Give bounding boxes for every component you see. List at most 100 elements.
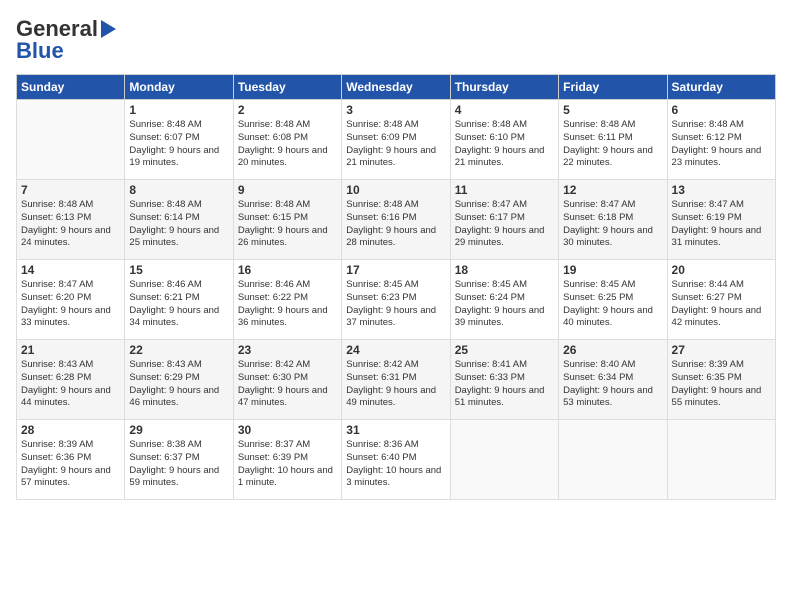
day-number: 16 <box>238 263 337 277</box>
logo-arrow-icon <box>101 20 116 38</box>
calendar-cell: 18 Sunrise: 8:45 AM Sunset: 6:24 PM Dayli… <box>450 260 558 340</box>
day-number: 21 <box>21 343 120 357</box>
calendar-cell: 15Sunrise: 8:46 AM Sunset: 6:21 PM Dayli… <box>125 260 233 340</box>
day-number: 2 <box>238 103 337 117</box>
week-row-1: 1Sunrise: 8:48 AM Sunset: 6:07 PM Daylig… <box>17 100 776 180</box>
calendar-cell: 6 Sunrise: 8:48 AM Sunset: 6:12 PM Daylig… <box>667 100 775 180</box>
calendar-container: General Blue SundayMondayTuesdayWednesda… <box>0 0 792 508</box>
calendar-cell: 13 Sunrise: 8:47 AM Sunset: 6:19 PM Dayli… <box>667 180 775 260</box>
day-number: 18 <box>455 263 554 277</box>
day-number: 29 <box>129 423 228 437</box>
day-info: Sunrise: 8:43 AM Sunset: 6:28 PM Dayligh… <box>21 359 120 410</box>
weekday-header-sunday: Sunday <box>17 75 125 100</box>
weekday-header-saturday: Saturday <box>667 75 775 100</box>
day-info: Sunrise: 8:36 AM Sunset: 6:40 PM Dayligh… <box>346 439 445 490</box>
day-info: Sunrise: 8:38 AM Sunset: 6:37 PM Dayligh… <box>129 439 228 490</box>
weekday-header-wednesday: Wednesday <box>342 75 450 100</box>
day-info: Sunrise: 8:37 AM Sunset: 6:39 PM Dayligh… <box>238 439 337 490</box>
day-number: 1 <box>129 103 228 117</box>
day-number: 8 <box>129 183 228 197</box>
day-info: Sunrise: 8:42 AM Sunset: 6:31 PM Dayligh… <box>346 359 445 410</box>
day-number: 20 <box>672 263 771 277</box>
calendar-cell: 12Sunrise: 8:47 AM Sunset: 6:18 PM Dayli… <box>559 180 667 260</box>
day-number: 14 <box>21 263 120 277</box>
calendar-cell: 30 Sunrise: 8:37 AM Sunset: 6:39 PM Dayli… <box>233 420 341 500</box>
day-number: 23 <box>238 343 337 357</box>
day-info: Sunrise: 8:46 AM Sunset: 6:22 PM Dayligh… <box>238 279 337 330</box>
calendar-cell: 31 Sunrise: 8:36 AM Sunset: 6:40 PM Dayli… <box>342 420 450 500</box>
logo-blue: Blue <box>16 38 64 64</box>
day-number: 6 <box>672 103 771 117</box>
day-number: 7 <box>21 183 120 197</box>
calendar-cell <box>667 420 775 500</box>
day-number: 30 <box>238 423 337 437</box>
calendar-cell: 11Sunrise: 8:47 AM Sunset: 6:17 PM Dayli… <box>450 180 558 260</box>
calendar-cell: 16 Sunrise: 8:46 AM Sunset: 6:22 PM Dayli… <box>233 260 341 340</box>
week-row-2: 7Sunrise: 8:48 AM Sunset: 6:13 PM Daylig… <box>17 180 776 260</box>
calendar-cell: 7Sunrise: 8:48 AM Sunset: 6:13 PM Daylig… <box>17 180 125 260</box>
day-info: Sunrise: 8:48 AM Sunset: 6:15 PM Dayligh… <box>238 199 337 250</box>
calendar-cell: 23 Sunrise: 8:42 AM Sunset: 6:30 PM Dayli… <box>233 340 341 420</box>
header: General Blue <box>16 16 776 64</box>
day-number: 26 <box>563 343 662 357</box>
day-info: Sunrise: 8:39 AM Sunset: 6:36 PM Dayligh… <box>21 439 120 490</box>
day-info: Sunrise: 8:48 AM Sunset: 6:09 PM Dayligh… <box>346 119 445 170</box>
calendar-cell: 27 Sunrise: 8:39 AM Sunset: 6:35 PM Dayli… <box>667 340 775 420</box>
calendar-cell: 22Sunrise: 8:43 AM Sunset: 6:29 PM Dayli… <box>125 340 233 420</box>
day-number: 27 <box>672 343 771 357</box>
day-number: 25 <box>455 343 554 357</box>
day-info: Sunrise: 8:41 AM Sunset: 6:33 PM Dayligh… <box>455 359 554 410</box>
day-number: 10 <box>346 183 445 197</box>
week-row-4: 21 Sunrise: 8:43 AM Sunset: 6:28 PM Dayli… <box>17 340 776 420</box>
day-info: Sunrise: 8:47 AM Sunset: 6:17 PM Dayligh… <box>455 199 554 250</box>
day-info: Sunrise: 8:48 AM Sunset: 6:16 PM Dayligh… <box>346 199 445 250</box>
day-info: Sunrise: 8:48 AM Sunset: 6:14 PM Dayligh… <box>129 199 228 250</box>
day-info: Sunrise: 8:48 AM Sunset: 6:11 PM Dayligh… <box>563 119 662 170</box>
day-info: Sunrise: 8:45 AM Sunset: 6:24 PM Dayligh… <box>455 279 554 330</box>
calendar-cell: 4 Sunrise: 8:48 AM Sunset: 6:10 PM Daylig… <box>450 100 558 180</box>
day-info: Sunrise: 8:44 AM Sunset: 6:27 PM Dayligh… <box>672 279 771 330</box>
day-info: Sunrise: 8:43 AM Sunset: 6:29 PM Dayligh… <box>129 359 228 410</box>
calendar-cell: 25 Sunrise: 8:41 AM Sunset: 6:33 PM Dayli… <box>450 340 558 420</box>
day-number: 31 <box>346 423 445 437</box>
calendar-table: SundayMondayTuesdayWednesdayThursdayFrid… <box>16 74 776 500</box>
calendar-cell: 29 Sunrise: 8:38 AM Sunset: 6:37 PM Dayli… <box>125 420 233 500</box>
calendar-cell: 5 Sunrise: 8:48 AM Sunset: 6:11 PM Daylig… <box>559 100 667 180</box>
calendar-cell: 19Sunrise: 8:45 AM Sunset: 6:25 PM Dayli… <box>559 260 667 340</box>
calendar-cell: 26 Sunrise: 8:40 AM Sunset: 6:34 PM Dayli… <box>559 340 667 420</box>
day-info: Sunrise: 8:46 AM Sunset: 6:21 PM Dayligh… <box>129 279 228 330</box>
weekday-header-row: SundayMondayTuesdayWednesdayThursdayFrid… <box>17 75 776 100</box>
calendar-cell: 3 Sunrise: 8:48 AM Sunset: 6:09 PM Daylig… <box>342 100 450 180</box>
calendar-cell: 28 Sunrise: 8:39 AM Sunset: 6:36 PM Dayli… <box>17 420 125 500</box>
day-info: Sunrise: 8:39 AM Sunset: 6:35 PM Dayligh… <box>672 359 771 410</box>
calendar-cell: 20 Sunrise: 8:44 AM Sunset: 6:27 PM Dayli… <box>667 260 775 340</box>
week-row-3: 14 Sunrise: 8:47 AM Sunset: 6:20 PM Dayli… <box>17 260 776 340</box>
day-info: Sunrise: 8:42 AM Sunset: 6:30 PM Dayligh… <box>238 359 337 410</box>
weekday-header-tuesday: Tuesday <box>233 75 341 100</box>
calendar-cell: 8 Sunrise: 8:48 AM Sunset: 6:14 PM Daylig… <box>125 180 233 260</box>
logo: General Blue <box>16 16 116 64</box>
day-info: Sunrise: 8:47 AM Sunset: 6:20 PM Dayligh… <box>21 279 120 330</box>
day-number: 28 <box>21 423 120 437</box>
weekday-header-monday: Monday <box>125 75 233 100</box>
day-info: Sunrise: 8:45 AM Sunset: 6:25 PM Dayligh… <box>563 279 662 330</box>
day-number: 4 <box>455 103 554 117</box>
day-number: 3 <box>346 103 445 117</box>
calendar-cell <box>450 420 558 500</box>
calendar-cell: 2 Sunrise: 8:48 AM Sunset: 6:08 PM Daylig… <box>233 100 341 180</box>
day-info: Sunrise: 8:48 AM Sunset: 6:08 PM Dayligh… <box>238 119 337 170</box>
weekday-header-thursday: Thursday <box>450 75 558 100</box>
day-info: Sunrise: 8:47 AM Sunset: 6:19 PM Dayligh… <box>672 199 771 250</box>
day-number: 24 <box>346 343 445 357</box>
day-number: 13 <box>672 183 771 197</box>
day-info: Sunrise: 8:40 AM Sunset: 6:34 PM Dayligh… <box>563 359 662 410</box>
day-info: Sunrise: 8:48 AM Sunset: 6:12 PM Dayligh… <box>672 119 771 170</box>
day-number: 5 <box>563 103 662 117</box>
calendar-cell: 24 Sunrise: 8:42 AM Sunset: 6:31 PM Dayli… <box>342 340 450 420</box>
day-info: Sunrise: 8:48 AM Sunset: 6:10 PM Dayligh… <box>455 119 554 170</box>
day-info: Sunrise: 8:45 AM Sunset: 6:23 PM Dayligh… <box>346 279 445 330</box>
day-info: Sunrise: 8:47 AM Sunset: 6:18 PM Dayligh… <box>563 199 662 250</box>
calendar-cell: 14 Sunrise: 8:47 AM Sunset: 6:20 PM Dayli… <box>17 260 125 340</box>
calendar-cell: 10 Sunrise: 8:48 AM Sunset: 6:16 PM Dayli… <box>342 180 450 260</box>
day-number: 9 <box>238 183 337 197</box>
